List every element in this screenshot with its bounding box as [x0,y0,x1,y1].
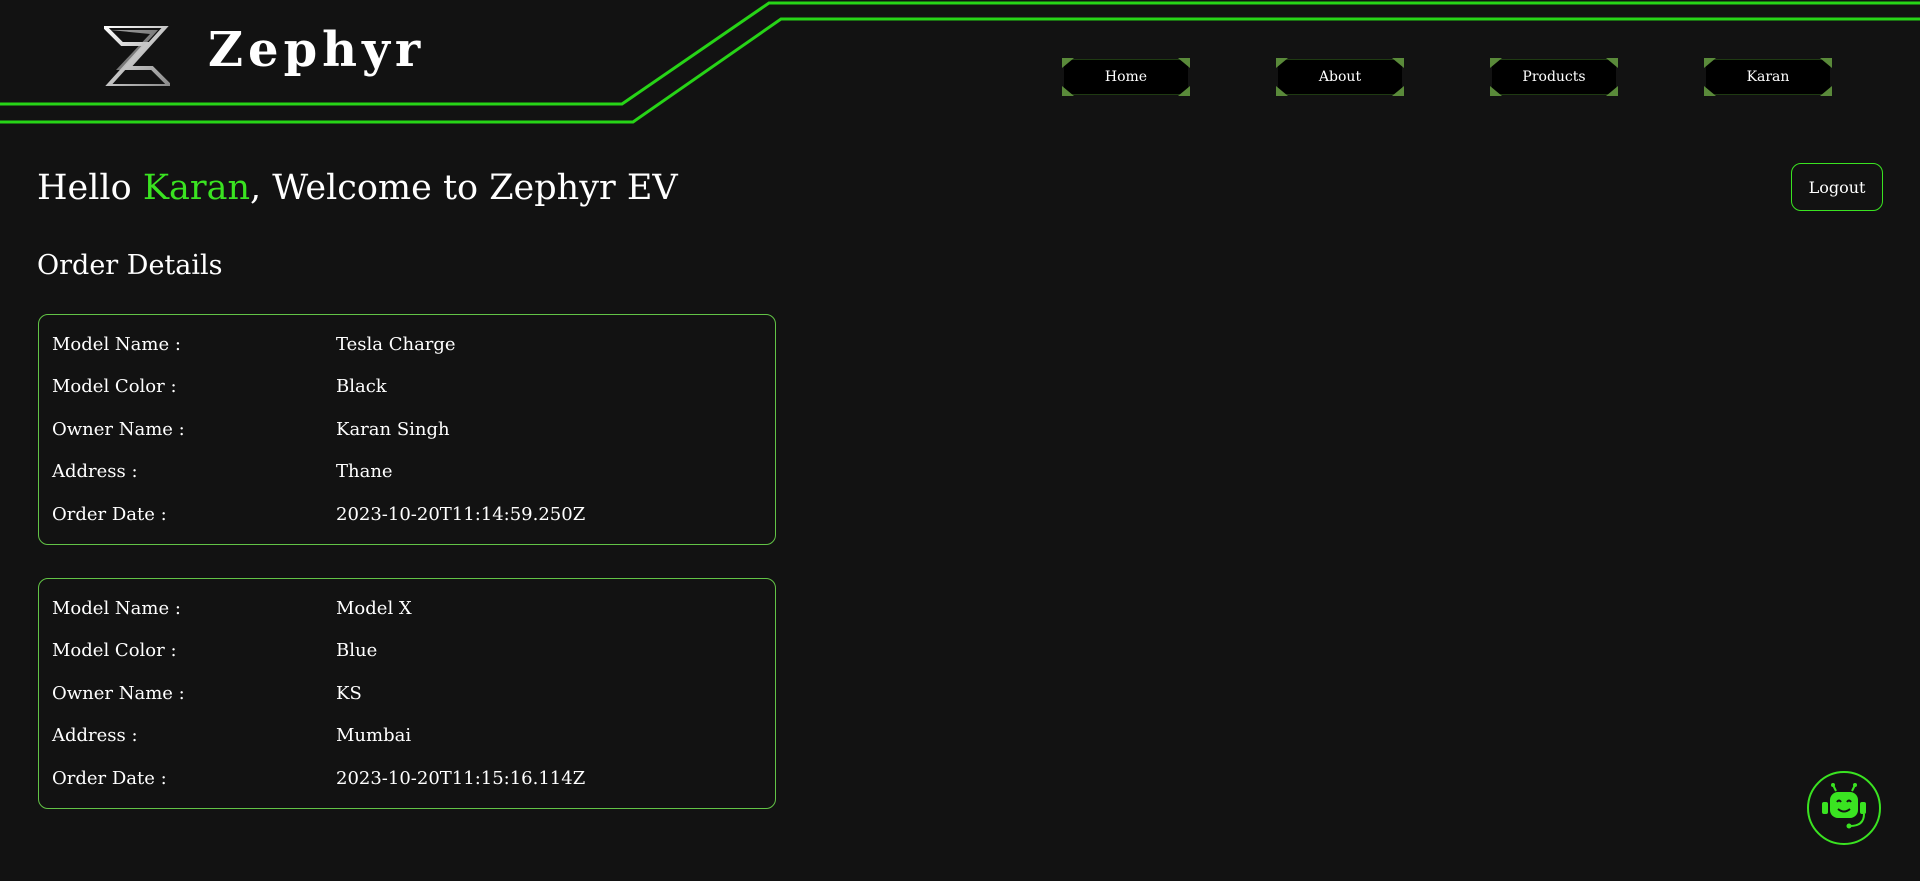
order-field-value: 2023-10-20T11:14:59.250Z [336,503,586,525]
nav-products-button[interactable]: Products [1490,58,1618,96]
order-field-value: Karan Singh [336,418,450,440]
order-field-value: Model X [336,597,412,619]
nav-corner-decoration [1490,58,1502,68]
logout-button[interactable]: Logout [1791,163,1883,211]
order-field-value: Mumbai [336,725,412,747]
order-row-model-color: Model Color : Black [52,366,762,409]
nav-corner-decoration [1704,58,1716,68]
order-row-owner-name: Owner Name : KS [52,672,762,715]
chatbot-button[interactable] [1807,771,1881,845]
nav-corner-decoration [1276,86,1288,96]
order-field-value: Blue [336,640,378,662]
order-row-model-name: Model Name : Model X [52,587,762,630]
order-field-label: Model Name : [52,597,181,619]
order-row-order-date: Order Date : 2023-10-20T11:15:16.114Z [52,757,762,800]
nav-about-label: About [1318,69,1362,85]
order-field-label: Owner Name : [52,418,185,440]
order-field-value: KS [336,682,362,704]
order-row-model-color: Model Color : Blue [52,630,762,673]
order-card: Model Name : Model X Model Color : Blue … [38,578,776,809]
nav-about-button[interactable]: About [1276,58,1404,96]
nav-products-label: Products [1522,69,1586,85]
order-field-label: Order Date : [52,503,167,525]
nav-home-label: Home [1104,69,1148,85]
greeting-prefix: Hello [37,168,143,208]
order-row-address: Address : Thane [52,451,762,494]
order-field-label: Model Color : [52,640,177,662]
order-field-label: Address : [52,461,138,483]
order-field-value: Black [336,376,387,398]
greeting-user-name: Karan [142,168,250,208]
order-field-label: Owner Name : [52,682,185,704]
order-field-label: Address : [52,725,138,747]
nav-corner-decoration [1062,86,1074,96]
order-row-address: Address : Mumbai [52,715,762,758]
robot-chat-icon [1822,783,1866,829]
nav-corner-decoration [1276,58,1288,68]
greeting-suffix: , Welcome to Zephyr EV [249,168,678,208]
order-field-value: 2023-10-20T11:15:16.114Z [336,767,586,789]
order-field-label: Model Name : [52,333,181,355]
page: Zephyr Home About Products Karan Hello K… [0,0,1920,881]
order-details-title: Order Details [37,250,223,281]
nav-corner-decoration [1062,58,1074,68]
zephyr-z-logo-icon[interactable] [104,26,170,86]
order-field-label: Order Date : [52,767,167,789]
order-field-label: Model Color : [52,376,177,398]
order-card: Model Name : Tesla Charge Model Color : … [38,314,776,545]
nav-corner-decoration [1704,86,1716,96]
order-row-owner-name: Owner Name : Karan Singh [52,408,762,451]
brand-name[interactable]: Zephyr [208,22,425,78]
nav-user-label: Karan [1746,69,1790,85]
order-row-order-date: Order Date : 2023-10-20T11:14:59.250Z [52,493,762,536]
order-row-model-name: Model Name : Tesla Charge [52,323,762,366]
greeting-heading: Hello Karan, Welcome to Zephyr EV [37,168,678,208]
nav-corner-decoration [1490,86,1502,96]
nav-user-button[interactable]: Karan [1704,58,1832,96]
nav-home-button[interactable]: Home [1062,58,1190,96]
order-field-value: Thane [336,461,393,483]
order-field-value: Tesla Charge [336,333,456,355]
